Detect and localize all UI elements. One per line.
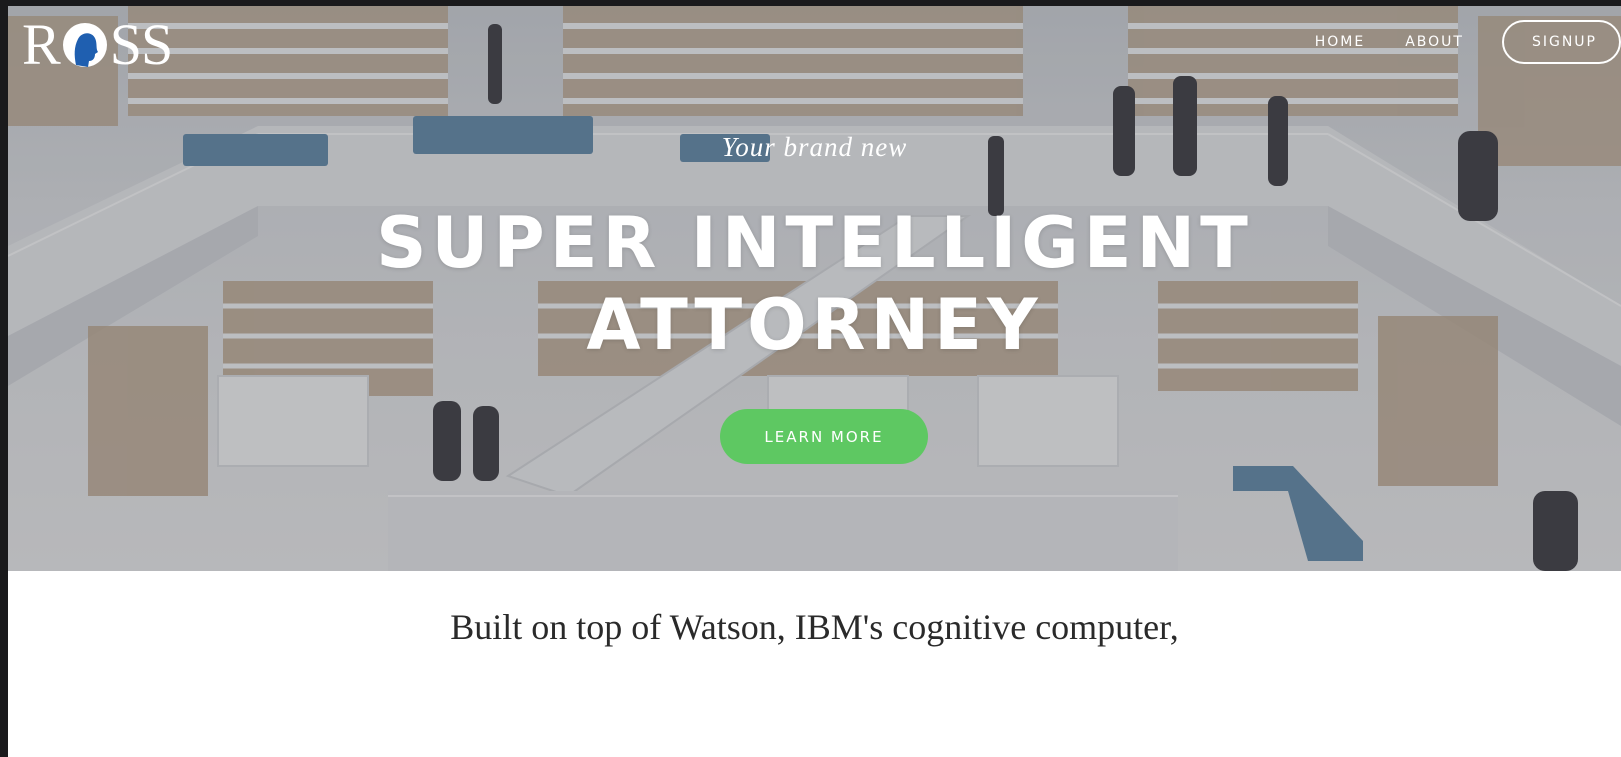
nav-home-link[interactable]: HOME bbox=[1315, 34, 1365, 50]
logo-text-right: SS bbox=[109, 11, 174, 77]
main-navigation: HOME ABOUT SIGNUP bbox=[1275, 20, 1621, 64]
hero-tagline: Your brand new bbox=[721, 132, 908, 162]
intro-text: Built on top of Watson, IBM's cognitive … bbox=[450, 607, 1179, 647]
ross-logo[interactable]: R SS bbox=[22, 10, 174, 78]
headline-line-1: SUPER INTELLIGENT bbox=[376, 202, 1253, 284]
hero-headline: SUPER INTELLIGENT ATTORNEY bbox=[8, 202, 1621, 366]
nav-about-link[interactable]: ABOUT bbox=[1405, 34, 1464, 50]
headline-line-2: ATTORNEY bbox=[586, 284, 1043, 366]
page-frame: R SS HOME ABOUT SIGNUP Your brand new SU… bbox=[8, 6, 1621, 757]
logo-text-left: R bbox=[22, 11, 61, 77]
learn-more-button[interactable]: LEARN MORE bbox=[720, 409, 928, 464]
signup-button[interactable]: SIGNUP bbox=[1501, 20, 1621, 64]
head-silhouette-icon bbox=[62, 18, 108, 70]
hero-section: R SS HOME ABOUT SIGNUP Your brand new SU… bbox=[8, 6, 1621, 571]
